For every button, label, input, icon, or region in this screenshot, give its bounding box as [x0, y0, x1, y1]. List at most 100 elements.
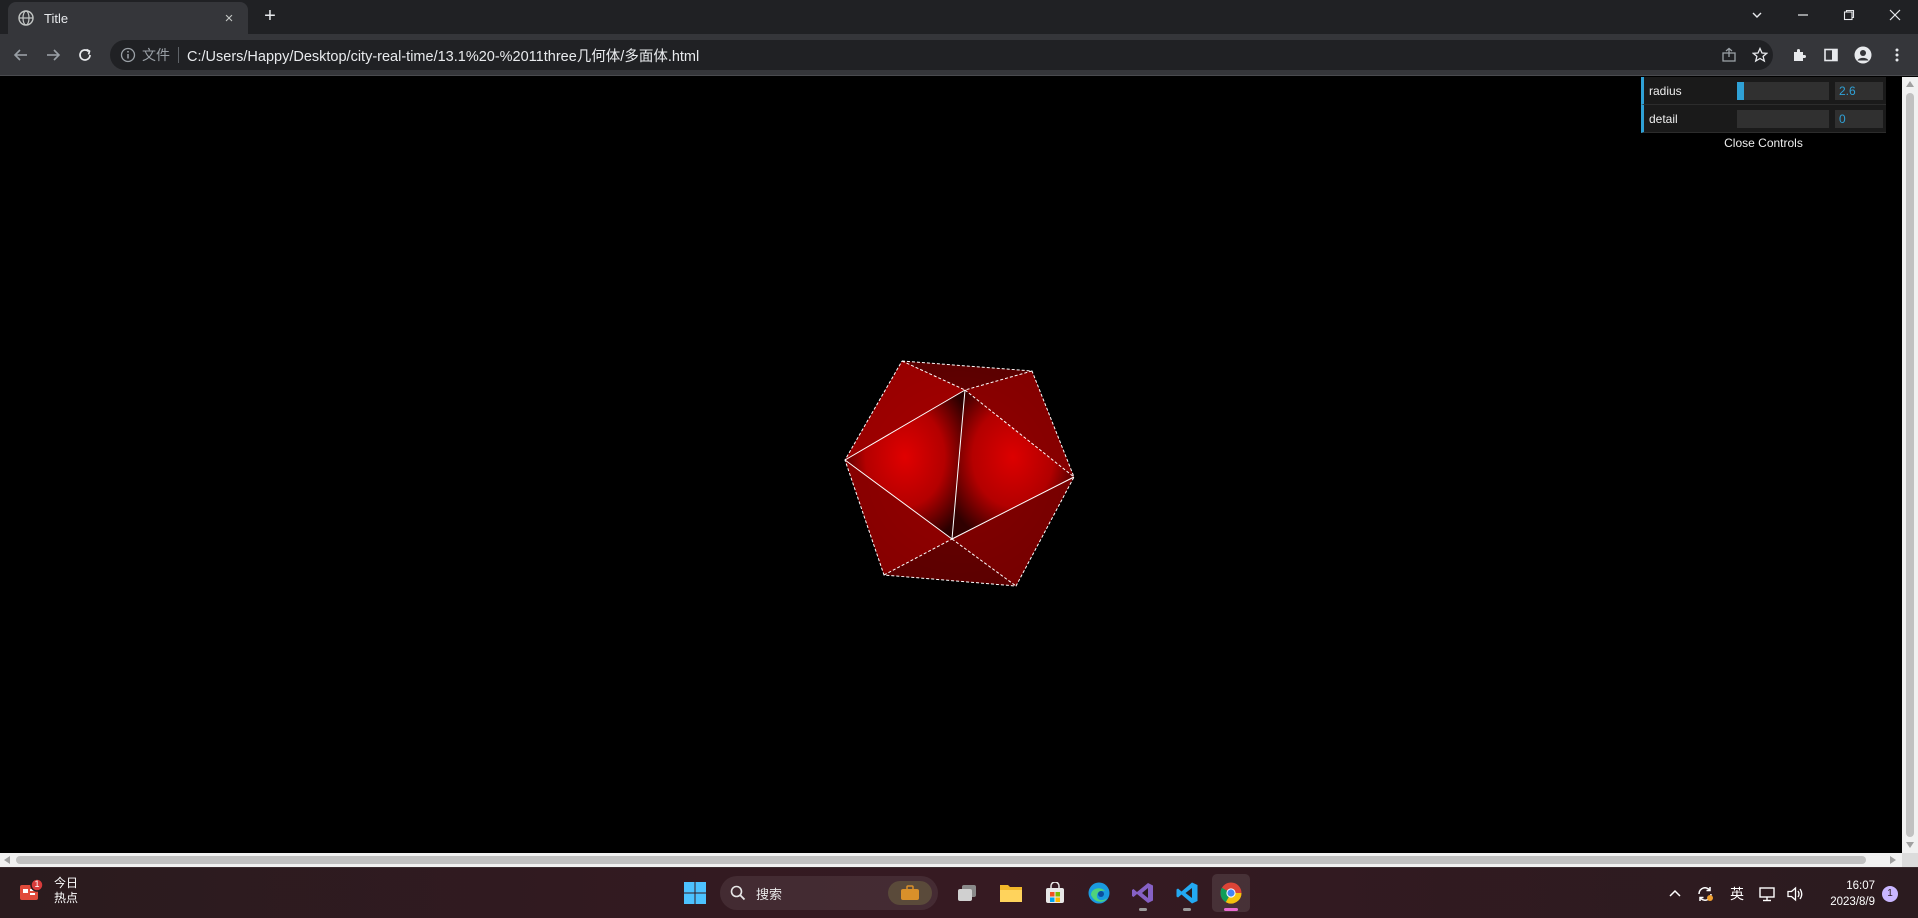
running-indicator	[1139, 908, 1147, 911]
news-widget-icon: 1	[18, 878, 44, 904]
notification-badge[interactable]: 1	[1882, 886, 1898, 902]
edge-button[interactable]	[1080, 874, 1118, 912]
chevron-up-icon[interactable]	[1668, 887, 1682, 901]
widgets-button[interactable]: 1 今日 热点	[18, 876, 78, 906]
minimize-icon	[1798, 14, 1808, 16]
gui-row-radius: radius 2.6	[1641, 77, 1886, 105]
widget-subtitle: 热点	[54, 891, 79, 905]
windows-taskbar: 1 今日 热点 搜索 英 16:07 2023/8/9 1	[0, 867, 1918, 918]
task-view-icon	[958, 885, 976, 901]
scroll-left-icon[interactable]	[4, 856, 10, 864]
info-icon[interactable]	[120, 47, 136, 63]
scroll-right-icon[interactable]	[1890, 856, 1896, 864]
visual-studio-button[interactable]	[1124, 874, 1162, 912]
share-button[interactable]	[1717, 43, 1741, 67]
puzzle-icon	[1794, 49, 1806, 61]
vertical-scrollbar[interactable]	[1902, 77, 1918, 853]
vertical-scroll-thumb[interactable]	[1906, 93, 1914, 837]
system-clock[interactable]: 16:07 2023/8/9	[1815, 878, 1875, 910]
side-panel-icon	[1824, 48, 1838, 62]
extensions-button[interactable]	[1787, 43, 1811, 67]
search-highlight-icon	[888, 881, 932, 905]
share-icon	[1722, 47, 1736, 62]
taskbar-apps: 搜索	[676, 874, 1256, 912]
horizontal-scroll-thumb[interactable]	[16, 856, 1866, 864]
chrome-icon	[1220, 882, 1242, 904]
chevron-down-icon	[1752, 12, 1762, 18]
tab-close-icon[interactable]: ×	[220, 10, 238, 27]
detail-input[interactable]: 0	[1835, 109, 1883, 128]
widget-title: 今日	[54, 876, 79, 890]
file-explorer-button[interactable]	[992, 874, 1030, 912]
gui-label-detail: detail	[1649, 111, 1678, 126]
close-icon	[1889, 9, 1901, 21]
windows-logo-icon	[684, 882, 706, 904]
volume-icon[interactable]	[1786, 885, 1804, 903]
radius-slider[interactable]	[1737, 81, 1829, 100]
profile-button[interactable]	[1851, 43, 1875, 67]
address-bar[interactable]: 文件 C:/Users/Happy/Desktop/city-real-time…	[110, 40, 1773, 70]
taskbar-search[interactable]: 搜索	[720, 876, 938, 910]
url-text[interactable]: C:/Users/Happy/Desktop/city-real-time/13…	[187, 45, 699, 66]
restore-icon	[1843, 9, 1855, 21]
kebab-menu-icon	[1895, 48, 1899, 62]
radius-slider-fill	[1737, 81, 1745, 100]
menu-button[interactable]	[1885, 43, 1909, 67]
restore-button[interactable]	[1826, 0, 1872, 30]
side-panel-button[interactable]	[1819, 43, 1843, 67]
scroll-down-icon[interactable]	[1906, 842, 1914, 848]
input-language[interactable]: 英	[1730, 884, 1744, 904]
task-view-button[interactable]	[948, 874, 986, 912]
vscode-icon	[1176, 882, 1198, 904]
page-viewport: radius 2.6 detail 0 Close Controls	[0, 77, 1902, 853]
sync-icon[interactable]	[1696, 885, 1714, 903]
search-label: 搜索	[756, 886, 783, 902]
clock-time: 16:07	[1846, 880, 1875, 892]
tab-active[interactable]: Title ×	[8, 2, 248, 34]
scrollbar-corner	[1902, 853, 1918, 867]
browser-titlebar: Title × +	[0, 0, 1918, 34]
vscode-button[interactable]	[1168, 874, 1206, 912]
bookmark-button[interactable]	[1748, 43, 1772, 67]
horizontal-scrollbar[interactable]	[0, 853, 1902, 867]
detail-slider[interactable]	[1737, 109, 1829, 128]
running-indicator	[1183, 908, 1191, 911]
radius-input[interactable]: 2.6	[1835, 81, 1883, 100]
reload-button[interactable]	[73, 43, 97, 67]
screen: Title × + 文件 C:/Users/Happy/Desktop/city…	[0, 0, 1918, 918]
arrow-left-icon	[13, 49, 27, 61]
store-icon	[1046, 882, 1064, 903]
new-tab-button[interactable]: +	[258, 5, 282, 29]
tab-search-button[interactable]	[1734, 0, 1780, 30]
back-button[interactable]	[9, 43, 33, 67]
icosahedron-mesh	[845, 361, 1074, 586]
gui-row-detail: detail 0	[1641, 105, 1886, 133]
widget-badge: 1	[34, 879, 40, 889]
close-controls-button[interactable]: Close Controls	[1641, 133, 1886, 153]
search-icon	[730, 885, 746, 901]
minimize-button[interactable]	[1780, 0, 1826, 30]
start-button[interactable]	[676, 874, 714, 912]
system-tray: 英	[1668, 868, 1804, 918]
webgl-canvas[interactable]	[0, 77, 1902, 853]
network-icon[interactable]	[1758, 885, 1776, 903]
browser-toolbar: 文件 C:/Users/Happy/Desktop/city-real-time…	[0, 34, 1918, 76]
folder-icon	[1000, 885, 1022, 902]
globe-icon	[18, 10, 34, 26]
gui-label-radius: radius	[1649, 83, 1682, 98]
avatar-icon	[1854, 46, 1872, 64]
visual-studio-icon	[1132, 883, 1153, 903]
forward-button[interactable]	[41, 43, 65, 67]
reload-icon	[79, 48, 91, 61]
scheme-label: 文件	[142, 47, 170, 63]
store-button[interactable]	[1036, 874, 1074, 912]
chrome-button[interactable]	[1212, 874, 1250, 912]
edge-icon	[1088, 882, 1110, 904]
clock-date: 2023/8/9	[1830, 896, 1875, 908]
omnibox-divider	[178, 47, 179, 63]
active-indicator	[1224, 908, 1238, 911]
tab-title: Title	[44, 10, 69, 26]
close-window-button[interactable]	[1872, 0, 1918, 30]
arrow-right-icon	[47, 49, 61, 61]
scroll-up-icon[interactable]	[1906, 81, 1914, 87]
